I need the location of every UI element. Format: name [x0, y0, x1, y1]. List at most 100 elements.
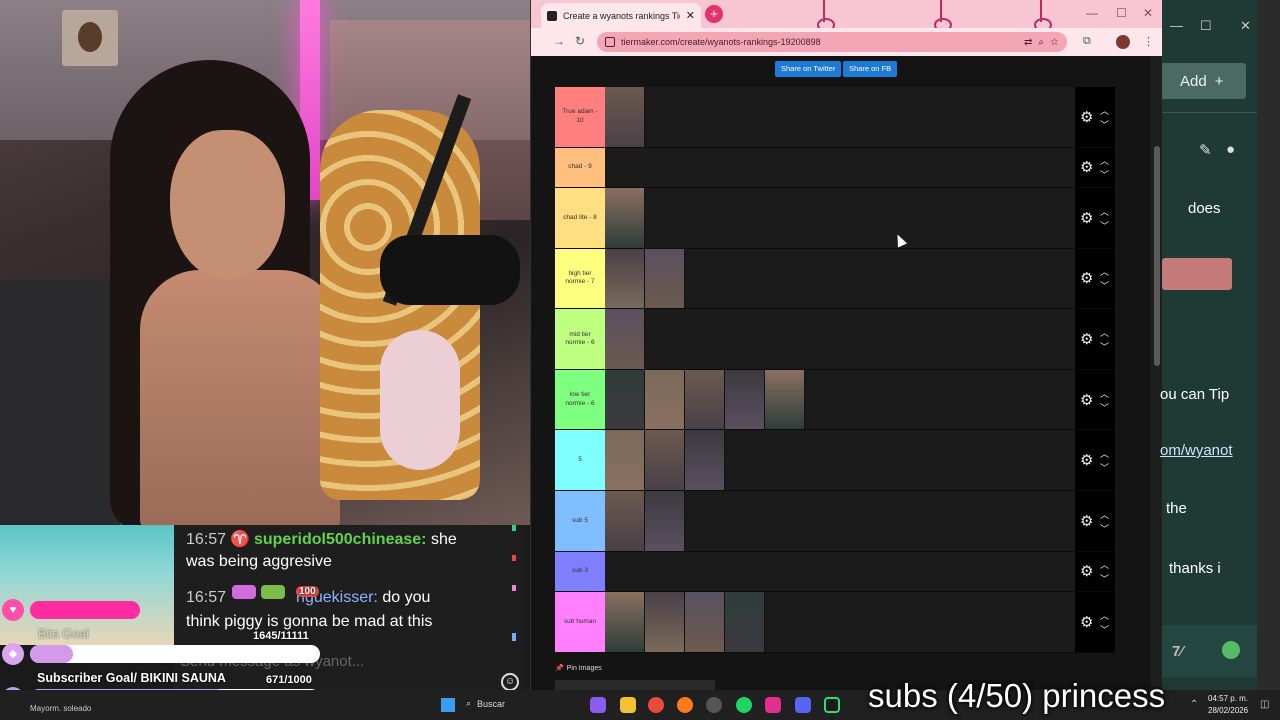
- tier-image[interactable]: [725, 369, 765, 430]
- tier-label[interactable]: chad lite - 8: [555, 188, 605, 248]
- app-icon[interactable]: [590, 697, 606, 713]
- chevron-up-icon[interactable]: ︿: [1100, 104, 1109, 117]
- tier-image[interactable]: [645, 369, 685, 430]
- minimize-icon[interactable]: —: [1086, 6, 1098, 20]
- scrollbar-thumb[interactable]: [1154, 146, 1160, 366]
- chat-username[interactable]: superidol500chinease:: [254, 531, 427, 548]
- gear-icon[interactable]: ⚙: [1080, 391, 1093, 409]
- add-button[interactable]: Add +: [1162, 63, 1246, 99]
- user-icon[interactable]: ●: [1226, 141, 1235, 158]
- tier-label[interactable]: sub 5: [555, 491, 605, 551]
- chevron-down-icon[interactable]: ﹀: [1100, 219, 1109, 232]
- tier-image[interactable]: [685, 430, 725, 491]
- tier-label[interactable]: chad - 9: [555, 147, 605, 188]
- chevron-down-icon[interactable]: ﹀: [1100, 340, 1109, 353]
- tier-image[interactable]: [605, 592, 645, 652]
- browser-menu-icon[interactable]: ⋮: [1143, 35, 1154, 48]
- gear-icon[interactable]: ⚙: [1080, 330, 1093, 348]
- new-tab-icon[interactable]: +: [705, 5, 723, 23]
- bookmark-star-icon[interactable]: ☆: [1050, 37, 1059, 48]
- app-icon[interactable]: [765, 697, 781, 713]
- discord-icon[interactable]: [795, 697, 811, 713]
- close-window-icon[interactable]: ✕: [1240, 18, 1251, 34]
- tier-image[interactable]: [725, 592, 765, 652]
- firefox-icon[interactable]: [677, 697, 693, 713]
- tier-image[interactable]: [605, 87, 645, 147]
- tier-label[interactable]: True adam - 10: [555, 87, 605, 147]
- tier-image[interactable]: [645, 248, 685, 309]
- windows-start-icon[interactable]: [441, 698, 455, 712]
- site-info-icon[interactable]: [605, 37, 615, 47]
- tier-image[interactable]: [685, 592, 725, 652]
- taskbar-search[interactable]: ⌕ Buscar: [466, 698, 505, 709]
- chevron-up-icon[interactable]: ︿: [1100, 558, 1109, 571]
- tray-icons[interactable]: ⌃: [1190, 699, 1198, 710]
- url-input[interactable]: tiermaker.com/create/wyanots-rankings-19…: [597, 32, 1067, 52]
- wrench-icon[interactable]: ✎: [1199, 141, 1212, 159]
- extensions-icon[interactable]: ⧉: [1083, 35, 1091, 48]
- chevron-up-icon[interactable]: ︿: [1100, 205, 1109, 218]
- notification-icon[interactable]: ◫: [1260, 699, 1269, 710]
- maximize-icon[interactable]: ☐: [1200, 18, 1212, 34]
- chevron-up-icon[interactable]: ︿: [1100, 326, 1109, 339]
- tier-label[interactable]: low tier normie - 6: [555, 369, 605, 430]
- tier-image[interactable]: [605, 188, 645, 248]
- translate-icon[interactable]: 7⁄: [1172, 643, 1183, 660]
- chevron-up-icon[interactable]: ︿: [1100, 447, 1109, 460]
- tier-label[interactable]: sub human: [555, 592, 605, 652]
- chevron-up-icon[interactable]: ︿: [1100, 154, 1109, 167]
- gear-icon[interactable]: ⚙: [1080, 158, 1093, 176]
- panel-link[interactable]: om/wyanot: [1160, 442, 1233, 459]
- tier-image[interactable]: [605, 369, 645, 430]
- translate-icon[interactable]: ⇄: [1024, 37, 1032, 48]
- chevron-down-icon[interactable]: ﹀: [1100, 461, 1109, 474]
- weather-text[interactable]: Mayorm. soleado: [30, 704, 91, 713]
- tier-image[interactable]: [605, 309, 645, 369]
- chevron-up-icon[interactable]: ︿: [1100, 387, 1109, 400]
- file-explorer-icon[interactable]: [620, 697, 636, 713]
- minimize-icon[interactable]: —: [1170, 18, 1183, 33]
- close-tab-icon[interactable]: ✕: [686, 9, 695, 22]
- close-window-icon[interactable]: ✕: [1143, 6, 1153, 20]
- clock[interactable]: 04:57 p. m. 28/02/2026: [1208, 693, 1248, 717]
- tier-image[interactable]: [605, 430, 645, 491]
- chevron-down-icon[interactable]: ﹀: [1100, 623, 1109, 636]
- gear-icon[interactable]: ⚙: [1080, 269, 1093, 287]
- chevron-down-icon[interactable]: ﹀: [1100, 522, 1109, 535]
- chevron-down-icon[interactable]: ﹀: [1100, 572, 1109, 585]
- gear-icon[interactable]: ⚙: [1080, 209, 1093, 227]
- tier-label[interactable]: sub 3: [555, 551, 605, 592]
- app-icon[interactable]: [1222, 641, 1240, 659]
- chevron-down-icon[interactable]: ﹀: [1100, 168, 1109, 181]
- tier-image[interactable]: [765, 369, 805, 430]
- chevron-up-icon[interactable]: ︿: [1100, 609, 1109, 622]
- browser-tab[interactable]: Create a wyanots rankings Tier ✕: [541, 3, 701, 28]
- tier-image[interactable]: [685, 369, 725, 430]
- tier-image[interactable]: [645, 592, 685, 652]
- share-fb-button[interactable]: Share on FB: [843, 61, 898, 77]
- chevron-up-icon[interactable]: ︿: [1100, 265, 1109, 278]
- pin-images-toggle[interactable]: 📌 Pin Images: [555, 664, 602, 672]
- share-twitter-button[interactable]: Share on Twitter: [775, 61, 842, 77]
- chrome-icon[interactable]: [648, 697, 664, 713]
- tier-image[interactable]: [645, 430, 685, 491]
- tier-label[interactable]: high tier normie - 7: [555, 248, 605, 309]
- gear-icon[interactable]: ⚙: [1080, 451, 1093, 469]
- zoom-icon[interactable]: ⌕: [1038, 37, 1044, 48]
- gear-icon[interactable]: ⚙: [1080, 613, 1093, 631]
- maximize-icon[interactable]: ☐: [1116, 6, 1127, 20]
- tier-label[interactable]: 5: [555, 430, 605, 491]
- spotify-icon[interactable]: [736, 697, 752, 713]
- reload-icon[interactable]: ↻: [575, 34, 585, 48]
- obs-icon[interactable]: [706, 697, 722, 713]
- gear-icon[interactable]: ⚙: [1080, 562, 1093, 580]
- gear-icon[interactable]: ⚙: [1080, 512, 1093, 530]
- chevron-down-icon[interactable]: ﹀: [1100, 118, 1109, 131]
- gear-icon[interactable]: ⚙: [1080, 108, 1093, 126]
- tier-label[interactable]: mid tier normie - 6: [555, 309, 605, 369]
- chevron-down-icon[interactable]: ﹀: [1100, 401, 1109, 414]
- forward-icon[interactable]: →: [553, 34, 565, 48]
- kick-icon[interactable]: [824, 697, 840, 713]
- profile-avatar[interactable]: [1116, 35, 1130, 49]
- emoji-picker-icon[interactable]: ☺: [501, 673, 519, 691]
